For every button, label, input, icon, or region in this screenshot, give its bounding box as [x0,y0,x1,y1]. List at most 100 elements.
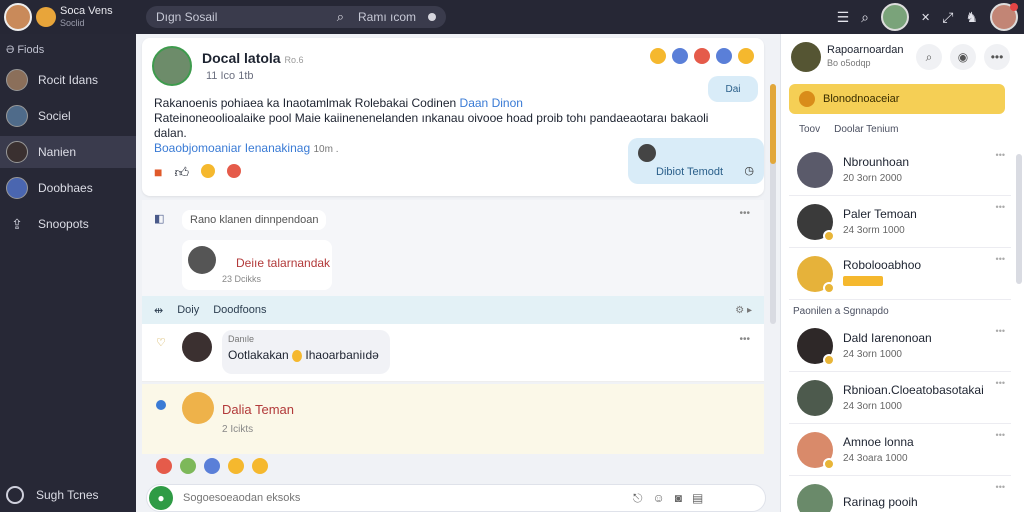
smile-emoji-icon[interactable] [738,48,754,64]
contact-info: Nbrounhoan 20 3orn 2000 [843,155,909,184]
more-icon[interactable]: ••• [996,430,1005,440]
contact-item[interactable]: Amnoe lonna 24 3oara 1000 ••• [789,424,1011,476]
post-body-link[interactable]: Boaobjomoaniar Ienanakinag [154,141,310,155]
sidebar-item-3[interactable]: Nanien [0,136,136,168]
panel-scrollbar[interactable] [1016,154,1022,284]
more-icon[interactable]: ••• [996,254,1005,264]
send-icon[interactable]: ▤ [692,491,703,505]
emoji-icon[interactable] [156,458,172,474]
chat-bubble-reply[interactable]: Dibiot Temodt ◷ [628,138,764,184]
smile-emoji-icon[interactable] [201,164,216,178]
more-icon[interactable]: ••• [996,202,1005,212]
contact-info: Amnoe lonna 24 3oara 1000 [843,435,914,464]
reply-box: Danıle Ootlakakan Ihaoarbaniıdə [222,330,390,374]
subhead-a[interactable]: Toov [799,124,820,135]
wow-emoji-icon[interactable] [716,48,732,64]
search-options-icon[interactable] [428,13,436,21]
post-body-link[interactable]: Daan Dinon [460,96,523,110]
avatar [797,483,833,512]
contact-name: Rbnioan.Cloeatobasotakai [843,383,984,397]
scroll-thumb[interactable] [770,84,776,164]
laugh-emoji-icon[interactable] [650,48,666,64]
user-avatar[interactable] [990,3,1018,31]
brand[interactable]: Soca Vens Soclid [0,3,136,31]
top-right-controls: ☰ ⌕ ✕ ⤢ ♞ [837,3,1018,31]
tab-options-icon[interactable]: ⚙ ▸ [735,305,752,316]
left-sidebar: Ə Fiods Rocit Idans Sociel Nanien Doobha… [0,34,136,512]
thumb-up-icon[interactable]: 👍︎ [174,164,189,181]
sidebar-item-5[interactable]: ⇪ Snoopots [0,208,136,240]
like-emoji-icon[interactable] [672,48,688,64]
more-icon[interactable]: ••• [996,482,1005,492]
contact-item[interactable]: Rarinag pooih ••• [789,476,1011,512]
contact-item[interactable]: Dald Iarenonoan 24 3orn 1000 ••• [789,320,1011,372]
emoji-icon[interactable] [204,458,220,474]
message-input[interactable] [183,492,623,504]
post-actions: ■ 👍︎ [154,164,242,181]
close-icon[interactable]: ✕ [921,11,930,24]
contact-item[interactable]: Nbrounhoan 20 3orn 2000 ••• [789,144,1011,196]
more-icon[interactable]: ••• [739,208,750,219]
gift-icon[interactable]: ■ [154,164,162,181]
emoji-picker-icon[interactable]: ☺ [653,491,665,505]
comment-card[interactable]: Deiıe talarnandak 23 Dcikks [182,240,332,290]
alert-icon[interactable]: ♞ [965,9,978,26]
coin-icon [36,7,56,27]
contact-name: Paler Temoan [843,207,917,221]
expand-icon[interactable]: ⤢ [942,9,953,26]
contact-item[interactable]: Paler Temoan 24 3orm 1000 ••• [789,196,1011,248]
comment-meta: 23 Dcikks [222,274,262,284]
post-author-suffix: Ro.6 [284,55,304,65]
sidebar-item-1[interactable]: Rocit Idans [0,64,136,96]
reply-item-highlight[interactable]: Dalia Teman 2 Icikts [142,384,764,454]
contact-meta: 24 3orn 1000 [843,349,902,360]
sidebar-item-2[interactable]: Sociel [0,100,136,132]
search-icon[interactable]: ⌕ [337,9,344,25]
emoji-strip-icon [843,276,883,286]
feed-scrollbar[interactable] [770,84,776,324]
contact-item[interactable]: Rbnioan.Cloeatobasotakai 24 3orn 1000 ••… [789,372,1011,424]
post-author[interactable]: Docal latola Ro.6 [202,50,304,66]
avatar [6,141,28,163]
search-input[interactable]: Dıgn Sosail [156,10,331,24]
contact-meta: 24 3orm 1000 [843,225,905,236]
sidebar-item-4[interactable]: Doobhaes [0,172,136,204]
tab-a[interactable]: Doiy [177,304,199,316]
menu-icon[interactable]: ☰ [837,9,850,26]
friend-avatar[interactable] [881,3,910,31]
comment-prompt[interactable]: Rano klanen dinnpendoan [182,210,327,230]
reply-meta: 2 Icikts [222,424,254,435]
emoji-icon[interactable] [180,458,196,474]
camera-icon[interactable]: ◙ [675,491,682,505]
reply-item[interactable]: ♡ Danıle Ootlakakan Ihaoarbaniıdə ••• [142,324,764,382]
post-author-avatar[interactable] [152,46,192,86]
avatar [6,105,28,127]
attach-icon[interactable]: ⎋ [633,491,643,506]
search-bar[interactable]: Dıgn Sosail ⌕ Ramı ıcom [146,6,446,28]
contact-item[interactable]: Robolooabhoo ••• [789,248,1011,300]
emoji-icon[interactable] [228,458,244,474]
more-icon[interactable]: ••• [739,334,750,345]
tab-b[interactable]: Doodfoons [213,304,266,316]
mic-icon[interactable]: ● [149,486,173,510]
search-icon[interactable]: ⌕ [916,44,942,70]
emoji-icon[interactable] [252,458,268,474]
highlight-banner[interactable]: Blonodnoaceiar [789,84,1005,114]
love-emoji-icon[interactable] [694,48,710,64]
panel-header[interactable]: Rapoarnoardan Bo o5odqp [791,42,903,72]
more-icon[interactable]: ••• [996,326,1005,336]
sidebar-bottom[interactable]: Sugh Tcnes [6,486,99,504]
more-icon[interactable]: ••• [984,44,1010,70]
search-scope[interactable]: Ramı ıcom [358,10,416,24]
more-icon[interactable]: ••• [996,150,1005,160]
status-ring [823,457,835,470]
heart-emoji-icon[interactable] [227,164,242,178]
reply-name: Dalia Teman [222,402,295,417]
more-icon[interactable]: ••• [996,378,1005,388]
sidebar-header[interactable]: Ə Fiods [0,34,136,64]
chat-bubble[interactable]: Dai [708,76,758,102]
profile-icon[interactable]: ◉ [950,44,976,70]
subhead-b[interactable]: Doolar Tenium [834,124,898,135]
panel-icons: ⌕ ◉ ••• [916,44,1010,70]
search-icon-2[interactable]: ⌕ [861,9,869,26]
